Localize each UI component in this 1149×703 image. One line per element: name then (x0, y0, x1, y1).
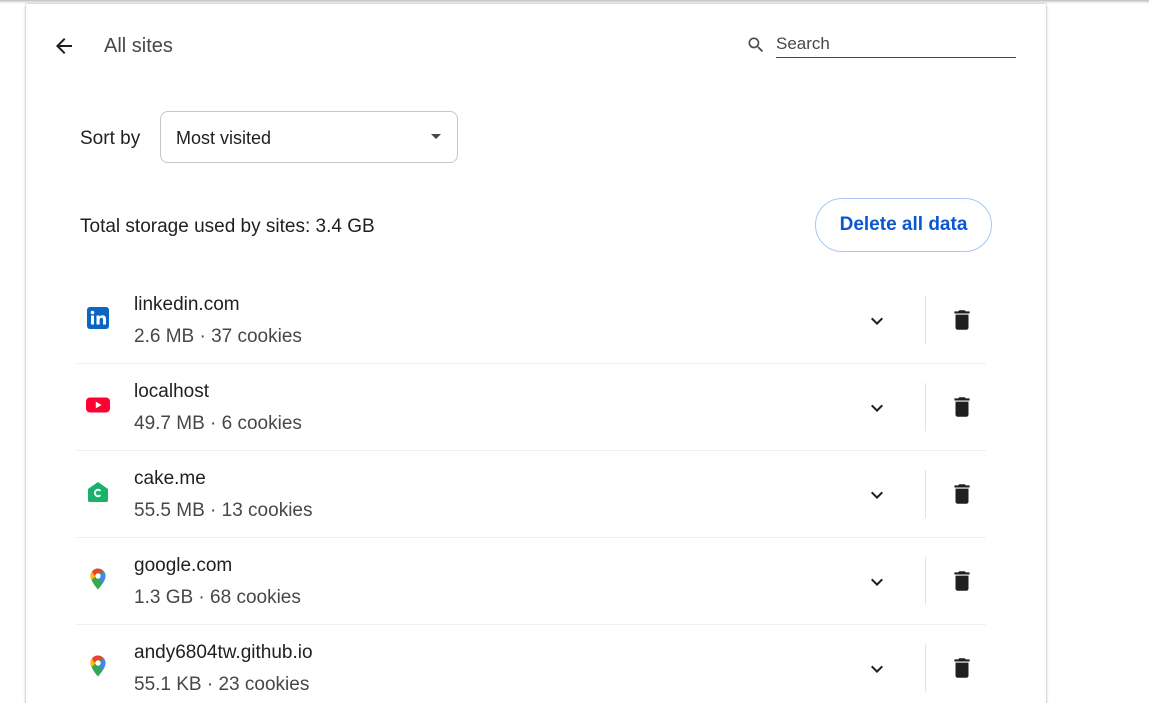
trash-icon (954, 571, 970, 591)
arrow-back-icon (56, 38, 72, 54)
site-list: linkedin.com 2.6 MB · 37 cookies localho… (76, 277, 986, 703)
back-button[interactable] (48, 30, 80, 62)
delete-site-button[interactable] (945, 564, 979, 598)
expand-site-button[interactable] (860, 391, 894, 425)
sort-label: Sort by (80, 128, 141, 149)
site-usage: 55.1 KB · 23 cookies (134, 674, 310, 695)
expand-site-button[interactable] (860, 652, 894, 686)
trash-icon (954, 658, 970, 678)
chevron-down-icon (871, 404, 883, 412)
sort-selected-value: Most visited (176, 128, 272, 148)
delete-site-button[interactable] (945, 303, 979, 337)
dropdown-caret-icon (431, 134, 441, 139)
site-usage: 2.6 MB · 37 cookies (134, 326, 302, 347)
site-name: andy6804tw.github.io (134, 642, 313, 663)
search-box (746, 31, 1016, 59)
chevron-down-icon (871, 578, 883, 586)
trash-icon (954, 397, 970, 417)
site-row: google.com 1.3 GB · 68 cookies (76, 538, 986, 625)
page-header: All sites (26, 4, 1046, 88)
site-usage: 1.3 GB · 68 cookies (134, 587, 301, 608)
delete-site-button[interactable] (945, 390, 979, 424)
row-divider (925, 383, 926, 431)
expand-site-button[interactable] (860, 304, 894, 338)
site-row: localhost 49.7 MB · 6 cookies (76, 364, 986, 451)
delete-site-button[interactable] (945, 477, 979, 511)
delete-all-data-button[interactable]: Delete all data (815, 198, 992, 252)
expand-site-button[interactable] (860, 478, 894, 512)
site-name: localhost (134, 381, 209, 402)
site-usage: 55.5 MB · 13 cookies (134, 500, 313, 521)
chevron-down-icon (871, 665, 883, 673)
site-name: cake.me (134, 468, 206, 489)
page-title: All sites (104, 35, 173, 57)
chevron-down-icon (871, 317, 883, 325)
row-divider (925, 644, 926, 692)
site-name: google.com (134, 555, 233, 576)
row-divider (925, 296, 926, 344)
site-name: linkedin.com (134, 294, 240, 315)
storage-summary: Total storage used by sites: 3.4 GB (80, 216, 375, 237)
site-row: andy6804tw.github.io 55.1 KB · 23 cookie… (76, 625, 986, 703)
youtube-icon (86, 397, 110, 413)
linkedin-icon (87, 307, 109, 329)
settings-card: All sites Sort by Most visited Total sto… (26, 4, 1046, 703)
site-row: cake.me 55.5 MB · 13 cookies (76, 451, 986, 538)
delete-site-button[interactable] (945, 651, 979, 685)
chevron-down-icon (871, 491, 883, 499)
trash-icon (954, 484, 970, 504)
trash-icon (954, 310, 970, 330)
row-divider (925, 470, 926, 518)
search-input[interactable] (776, 31, 1016, 58)
site-row: linkedin.com 2.6 MB · 37 cookies (76, 277, 986, 364)
google-maps-pin-icon (90, 655, 106, 677)
expand-site-button[interactable] (860, 565, 894, 599)
cake-icon (88, 482, 108, 502)
row-divider (925, 557, 926, 605)
site-usage: 49.7 MB · 6 cookies (134, 413, 302, 434)
sort-select[interactable]: Most visited (160, 111, 458, 163)
page: All sites Sort by Most visited Total sto… (0, 0, 1149, 703)
search-icon (748, 37, 764, 53)
google-maps-pin-icon (90, 568, 106, 590)
